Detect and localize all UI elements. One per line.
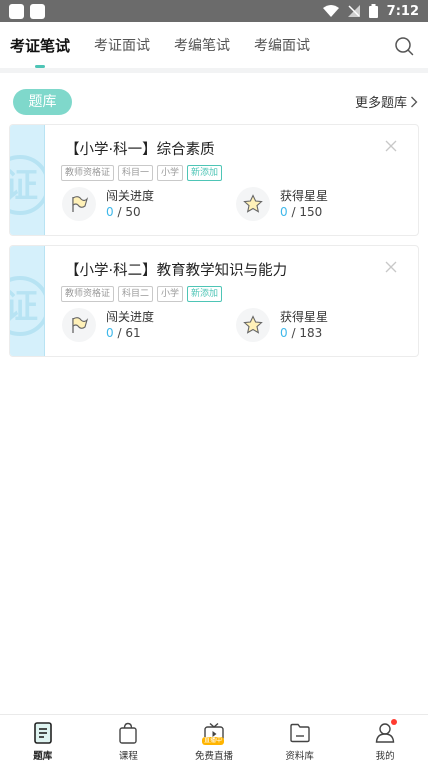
tab-label: 考编面试 bbox=[254, 38, 311, 54]
more-question-banks-link[interactable]: 更多题库 bbox=[355, 92, 418, 111]
tag: 小学 bbox=[157, 165, 184, 181]
nav-profile[interactable]: 我的 bbox=[342, 715, 428, 762]
stars-label: 获得星星 bbox=[280, 189, 329, 203]
stars-stat: 获得星星 0 / 150 bbox=[236, 187, 328, 221]
notification-icon bbox=[9, 3, 24, 19]
tab-recruit-written[interactable]: 考编笔试 bbox=[174, 35, 230, 55]
question-bank-icon bbox=[33, 722, 52, 744]
stars-stat: 获得星星 0 / 183 bbox=[236, 308, 328, 342]
certificate-stamp: 证 bbox=[10, 125, 45, 235]
chevron-right-icon bbox=[411, 96, 418, 107]
live-badge: 直播中 bbox=[201, 737, 224, 745]
nav-courses[interactable]: 课程 bbox=[86, 715, 172, 762]
question-bank-card[interactable]: 证 【小学·科二】教育教学知识与能力 教师资格证 科目二 小学 新添加 闯关进度… bbox=[9, 245, 419, 357]
tag: 教师资格证 bbox=[61, 286, 115, 302]
bottom-nav-bar: 题库 课程 直播中 免费直播 资料库 我的 bbox=[0, 714, 428, 762]
stars-value: 0 / 150 bbox=[280, 205, 323, 219]
stamp-mark: 证 bbox=[10, 166, 38, 206]
tag-new: 新添加 bbox=[187, 286, 223, 302]
folder-icon bbox=[289, 723, 310, 743]
progress-stat: 闯关进度 0 / 61 bbox=[62, 308, 154, 342]
tag-list: 教师资格证 科目一 小学 新添加 bbox=[61, 165, 223, 181]
more-label: 更多题库 bbox=[354, 96, 407, 111]
app-screen: 7:12 考证笔试 考证面试 考编笔试 考编面试 题库 更多题库 【小学·科一】… bbox=[0, 0, 428, 762]
tag: 科目二 bbox=[118, 286, 154, 302]
tab-exam-written[interactable]: 考证笔试 bbox=[10, 35, 71, 68]
tab-label: 考证面试 bbox=[94, 38, 151, 54]
course-bag-icon bbox=[119, 722, 138, 744]
tab-label: 考证笔试 bbox=[10, 36, 71, 55]
wifi-icon bbox=[322, 5, 339, 17]
stamp-icon: 证 bbox=[10, 276, 44, 336]
progress-stat: 闯关进度 0 / 50 bbox=[62, 187, 154, 221]
tab-recruit-interview[interactable]: 考编面试 bbox=[254, 35, 310, 55]
section-divider bbox=[0, 68, 428, 73]
tag: 科目一 bbox=[118, 165, 154, 181]
nav-free-live[interactable]: 直播中 免费直播 bbox=[171, 715, 257, 762]
tag: 教师资格证 bbox=[61, 165, 115, 181]
tab-label: 考编笔试 bbox=[174, 38, 231, 54]
signal-off-icon bbox=[347, 5, 360, 17]
nav-label: 资料库 bbox=[285, 751, 314, 762]
flag-icon bbox=[62, 187, 96, 221]
nav-label: 课程 bbox=[118, 751, 138, 762]
battery-icon bbox=[368, 4, 378, 18]
nav-question-bank[interactable]: 题库 bbox=[0, 715, 86, 762]
progress-value: 0 / 50 bbox=[106, 205, 141, 219]
top-tab-bar: 考证笔试 考证面试 考编笔试 考编面试 bbox=[0, 22, 428, 68]
star-icon bbox=[236, 308, 270, 342]
tab-exam-interview[interactable]: 考证面试 bbox=[94, 35, 150, 55]
tag-list: 教师资格证 科目二 小学 新添加 bbox=[61, 286, 223, 302]
progress-label: 闯关进度 bbox=[106, 310, 155, 324]
tag-new: 新添加 bbox=[187, 165, 223, 181]
status-bar: 7:12 bbox=[0, 0, 428, 22]
stars-label: 获得星星 bbox=[280, 310, 329, 324]
card-title: 【小学·科一】综合素质 bbox=[65, 142, 215, 158]
stamp-mark: 证 bbox=[10, 287, 38, 327]
nav-label: 题库 bbox=[33, 751, 53, 762]
notification-icon bbox=[30, 3, 45, 19]
close-icon[interactable] bbox=[384, 260, 398, 274]
close-icon[interactable] bbox=[384, 139, 398, 153]
card-title: 【小学·科二】教育教学知识与能力 bbox=[65, 263, 288, 279]
nav-label: 我的 bbox=[375, 751, 395, 762]
stars-value: 0 / 183 bbox=[280, 326, 323, 340]
search-icon[interactable] bbox=[394, 36, 414, 56]
tag: 小学 bbox=[157, 286, 184, 302]
progress-value: 0 / 61 bbox=[106, 326, 141, 340]
clock: 7:12 bbox=[386, 3, 419, 19]
question-bank-pill: 题库 bbox=[13, 89, 72, 115]
nav-materials[interactable]: 资料库 bbox=[257, 715, 343, 762]
progress-label: 闯关进度 bbox=[106, 189, 155, 203]
nav-label: 免费直播 bbox=[194, 751, 233, 762]
stamp-icon: 证 bbox=[10, 155, 44, 215]
certificate-stamp: 证 bbox=[10, 246, 45, 356]
question-bank-card[interactable]: 证 【小学·科一】综合素质 教师资格证 科目一 小学 新添加 闯关进度 0 / … bbox=[9, 124, 419, 236]
flag-icon bbox=[62, 308, 96, 342]
star-icon bbox=[236, 187, 270, 221]
